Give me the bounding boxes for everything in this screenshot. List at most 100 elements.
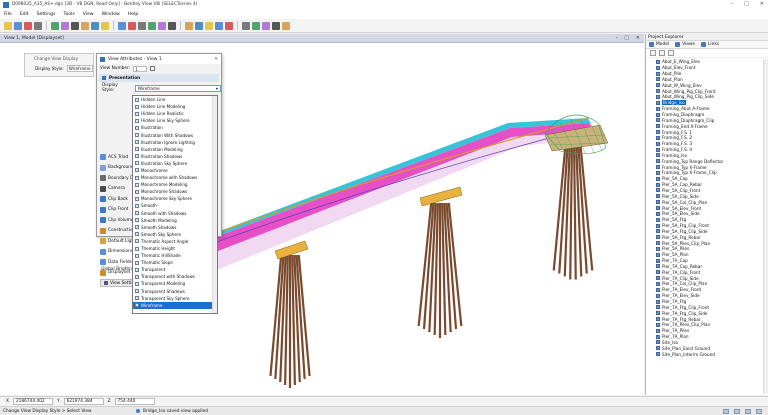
display-style-option[interactable]: Smooth — [133, 202, 217, 209]
display-style-option[interactable]: Transparent Modeling — [133, 280, 217, 287]
menu-view[interactable]: View — [83, 12, 94, 17]
display-style-option[interactable]: Monochrome with Shadows — [133, 174, 217, 181]
display-style-option[interactable]: Wireframe — [133, 301, 217, 309]
z-coordinate-field[interactable]: 754.440 — [114, 398, 155, 405]
display-style-option[interactable]: Illustration Ignore Lighting — [133, 139, 217, 146]
display-style-option[interactable]: Monochrome Shadows — [133, 188, 217, 195]
display-style-option[interactable]: Monochrome — [133, 167, 217, 174]
menu-help[interactable]: Help — [128, 12, 138, 17]
redo-icon[interactable] — [51, 21, 59, 30]
display-style-option[interactable]: Transparent Sky Sphere — [133, 295, 217, 302]
menu-edit[interactable]: Edit — [20, 12, 29, 17]
display-style-option[interactable]: Hidden Line Sky Sphere — [133, 117, 217, 124]
display-style-option[interactable]: Monochrome Modeling — [133, 181, 217, 188]
shading-icon[interactable] — [168, 21, 176, 30]
snap-icon[interactable] — [734, 408, 740, 414]
pan-icon[interactable] — [138, 21, 146, 30]
display-style-option[interactable]: Illustration — [133, 124, 217, 131]
raster-icon[interactable] — [215, 21, 223, 30]
display-style-option[interactable]: Illustration Sky Sphere — [133, 160, 217, 167]
display-style-option[interactable]: Illustration With Shadows — [133, 131, 217, 138]
display-style-option[interactable]: Smooth with Shadows — [133, 210, 217, 217]
display-style-option[interactable]: Transparent Shadows — [133, 288, 217, 295]
fit-view-icon[interactable] — [118, 21, 126, 30]
display-style-option[interactable]: Hidden Line — [133, 96, 217, 103]
display-style-option[interactable]: Smooth Sky Sphere — [133, 231, 217, 238]
main-toolbar — [0, 19, 768, 33]
print-icon[interactable] — [24, 21, 32, 30]
clip-volume-icon[interactable] — [252, 21, 260, 30]
display-style-option[interactable]: Thematic HillShade — [133, 252, 217, 259]
menu-tools[interactable]: Tools — [63, 12, 74, 17]
level-icon[interactable] — [745, 408, 751, 414]
presentation-section-header[interactable]: Presentation — [99, 74, 219, 82]
menu-window[interactable]: Window — [102, 12, 120, 17]
cvd-display-style-select[interactable]: Wireframe — [66, 65, 93, 72]
camera-icon[interactable] — [242, 21, 250, 30]
view-close-icon[interactable]: ✕ — [636, 35, 640, 41]
info-icon — [136, 409, 140, 413]
reference-icon[interactable] — [205, 21, 213, 30]
saved-view-label: Pier_5A_Clip_Side — [662, 193, 699, 199]
settings-icon[interactable] — [272, 21, 280, 30]
display-style-option[interactable]: Smooth Modeling — [133, 217, 217, 224]
level-display-icon[interactable] — [195, 21, 203, 30]
fence-icon[interactable] — [71, 21, 79, 30]
saved-view-label: Framing_Abut A-Frame — [662, 106, 710, 112]
markup-icon[interactable] — [225, 21, 233, 30]
display-style-option[interactable]: Thematic Slope — [133, 259, 217, 266]
display-style-option[interactable]: Hidden Line Realistic — [133, 110, 217, 117]
x-coordinate-field[interactable]: 2186744.402 — [12, 398, 53, 405]
saved-view-label: Pier_7A_Ftg_Rebar — [662, 316, 701, 322]
display-style-option[interactable]: Smooth Shadows — [133, 224, 217, 231]
view-next-icon[interactable] — [158, 21, 166, 30]
display-style-icon[interactable] — [262, 21, 270, 30]
maximize-icon[interactable]: □ — [744, 1, 749, 7]
saved-view-item[interactable]: Site_Plan_Interim Ground — [646, 351, 764, 357]
display-style-option[interactable]: Transparent — [133, 266, 217, 273]
save-icon[interactable] — [14, 21, 22, 30]
display-style-icon — [135, 168, 139, 173]
dropdown-scrollbar[interactable] — [212, 96, 217, 313]
display-style-option[interactable]: Illustration Modeling — [133, 146, 217, 153]
close-icon[interactable]: ✕ — [760, 1, 764, 7]
model-status-icon[interactable] — [756, 408, 762, 414]
element-info-icon[interactable] — [185, 21, 193, 30]
display-style-option-label: Illustration With Shadows — [141, 132, 194, 138]
tab-views[interactable]: Views — [675, 42, 695, 47]
view-previous-icon[interactable] — [148, 21, 156, 30]
measure-icon[interactable] — [81, 21, 89, 30]
display-style-option[interactable]: Transparent with Shadows — [133, 273, 217, 280]
display-style-option[interactable]: Monochrome Sky Sphere — [133, 195, 217, 202]
tab-links[interactable]: Links — [700, 42, 719, 47]
view-options-icon[interactable] — [150, 66, 156, 71]
zoom-in-icon[interactable] — [91, 21, 99, 30]
undo-icon[interactable] — [34, 21, 42, 30]
delete-view-icon[interactable] — [659, 50, 665, 56]
view-minimize-icon[interactable]: – — [616, 35, 619, 41]
saved-view-icon — [656, 71, 660, 76]
y-coordinate-field[interactable]: 621974.384 — [63, 398, 104, 405]
zoom-out-icon[interactable] — [101, 21, 109, 30]
new-view-icon[interactable] — [650, 50, 656, 56]
open-icon[interactable] — [4, 21, 12, 30]
help-icon[interactable] — [282, 21, 290, 30]
tab-model[interactable]: Model — [649, 42, 669, 47]
dialog-close-icon[interactable]: ✕ — [214, 57, 218, 62]
attribute-label: Clip Back — [108, 196, 128, 202]
menu-settings[interactable]: Settings — [37, 12, 56, 17]
display-style-option[interactable]: Illustration Shadows — [133, 153, 217, 160]
select-icon[interactable] — [61, 21, 69, 30]
lock-icon[interactable] — [723, 408, 729, 414]
rotate-icon[interactable] — [128, 21, 136, 30]
view-number-select[interactable]: 1 — [133, 65, 148, 72]
display-style-select[interactable]: Wireframe ▾ — [134, 84, 221, 92]
properties-icon[interactable] — [668, 50, 674, 56]
display-style-option[interactable]: Hidden Line Modeling — [133, 103, 217, 110]
view-maximize-icon[interactable]: □ — [624, 35, 629, 41]
display-style-option[interactable]: Thematic Height — [133, 245, 217, 252]
menu-file[interactable]: File — [4, 12, 12, 17]
explorer-scrollbar[interactable] — [763, 59, 768, 394]
minimize-icon[interactable]: – — [731, 1, 734, 7]
display-style-option[interactable]: Thematic Aspect Angle — [133, 238, 217, 245]
